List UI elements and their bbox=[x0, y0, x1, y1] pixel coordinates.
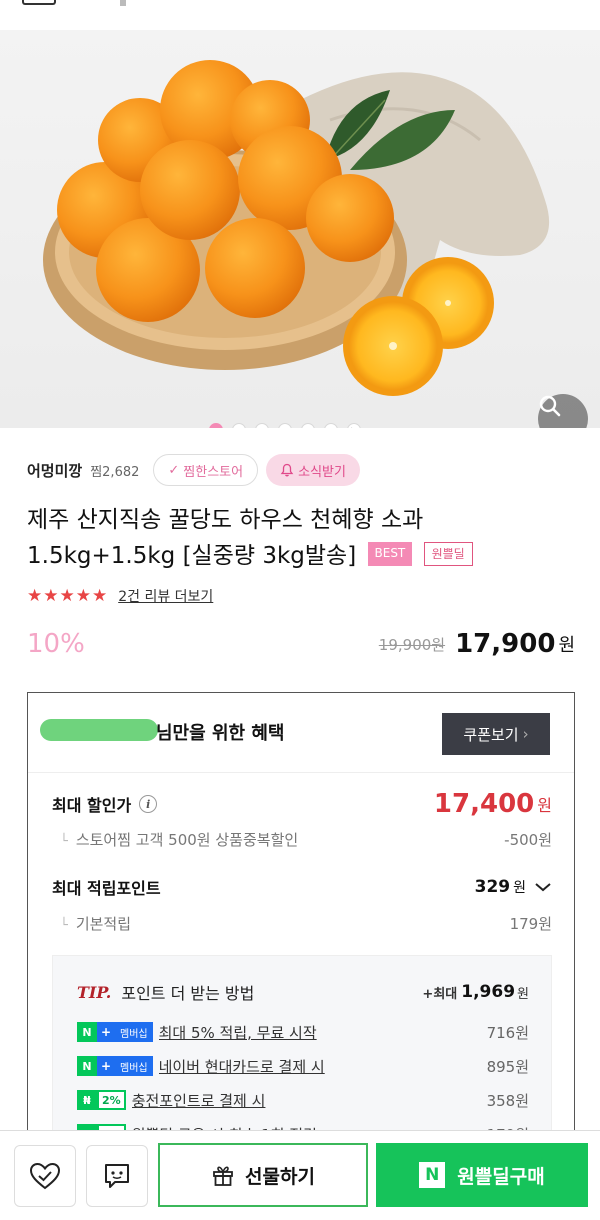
naver-n-icon: N bbox=[77, 1022, 97, 1042]
naver-logo-icon: N bbox=[419, 1162, 446, 1188]
gallery-dot[interactable] bbox=[255, 423, 269, 428]
gallery-dot[interactable] bbox=[301, 423, 315, 428]
tip-max-unit: 원 bbox=[517, 986, 529, 1002]
rating-row: ★★★★★ 2건 리뷰 더보기 bbox=[27, 586, 213, 606]
membership-tag: 멤버십 bbox=[115, 1056, 153, 1076]
gallery-dot[interactable] bbox=[278, 423, 292, 428]
max-discount-row: 최대 할인가 i 17,400 원 bbox=[52, 789, 552, 819]
one-plus-deal-buy-button[interactable]: N 원쁠딜구매 bbox=[376, 1143, 588, 1207]
store-jjim-discount-label: 스토어찜 고객 500원 상품중복할인 bbox=[52, 829, 504, 850]
one-plus-deal-badge: 원쁠딜 bbox=[423, 541, 473, 566]
tip-label: TIP. bbox=[77, 982, 112, 1002]
tip-item-text: 충전포인트로 결제 시 bbox=[131, 1091, 266, 1110]
point-tip-box: TIP. 포인트 더 받는 방법 +최대 1,969 원 N + 멤버십 최대 … bbox=[52, 955, 552, 1133]
chevron-down-icon bbox=[535, 883, 551, 892]
header-icon-fragment bbox=[120, 0, 126, 6]
max-discount-value: 17,400 bbox=[433, 789, 535, 819]
follow-store-button[interactable]: ✓ 찜한스토어 bbox=[153, 454, 259, 486]
info-icon[interactable]: i bbox=[139, 795, 158, 813]
benefit-title: 님만을 위한 혜택 bbox=[156, 723, 285, 744]
product-title: 제주 산지직송 꿀당도 하우스 천혜향 소과 1.5kg+1.5kg [실중량 … bbox=[27, 502, 577, 574]
coupon-view-label: 쿠폰보기 bbox=[463, 725, 519, 744]
gift-icon bbox=[213, 1166, 233, 1186]
percent-tag: 2% bbox=[97, 1090, 126, 1110]
tip-item-charge-point[interactable]: ₦ 2% 충전포인트로 결제 시 358원 bbox=[77, 1088, 529, 1112]
discount-rate: 10% bbox=[27, 629, 85, 659]
buy-button-label: 원쁠딜구매 bbox=[457, 1165, 545, 1188]
news-subscribe-label: 소식받기 bbox=[298, 464, 346, 480]
gift-button[interactable]: 선물하기 bbox=[158, 1143, 368, 1207]
gallery-pagination: ▶ bbox=[0, 420, 600, 428]
tip-header: TIP. 포인트 더 받는 방법 +최대 1,969 원 bbox=[77, 980, 529, 1004]
store-info-row: 어멍미깡 찜2,682 ✓ 찜한스토어 소식받기 bbox=[27, 452, 360, 488]
membership-tag: 멤버십 bbox=[115, 1022, 153, 1042]
top-header-fragment bbox=[0, 0, 600, 30]
coupon-view-button[interactable]: 쿠폰보기 › bbox=[442, 713, 550, 755]
tip-item-amount: 358원 bbox=[486, 1091, 529, 1110]
tip-item-hyundai-card[interactable]: N + 멤버십 네이버 현대카드로 결제 시 895원 bbox=[77, 1054, 529, 1078]
talktalk-button[interactable] bbox=[86, 1145, 148, 1207]
menu-icon-fragment bbox=[22, 0, 56, 5]
gallery-dot[interactable] bbox=[232, 423, 246, 428]
benefit-header: 님만을 위한 혜택 쿠폰보기 › bbox=[28, 693, 574, 773]
max-point-label: 최대 적립포인트 bbox=[52, 879, 161, 898]
heart-check-icon bbox=[29, 1162, 61, 1190]
tip-max-value: 1,969 bbox=[461, 982, 516, 1002]
naver-n-icon: N bbox=[77, 1056, 97, 1076]
chat-bubble-icon bbox=[105, 1164, 129, 1188]
max-point-unit: 원 bbox=[513, 880, 526, 896]
store-jjim-discount-value: -500원 bbox=[504, 831, 552, 849]
naver-plus-membership-badge: N + 멤버십 bbox=[77, 1056, 153, 1076]
orange-product-photo bbox=[43, 60, 550, 396]
tip-item-amount: 895원 bbox=[486, 1057, 529, 1076]
video-play-icon[interactable]: ▶ bbox=[347, 423, 361, 428]
store-name-link[interactable]: 어멍미깡 bbox=[27, 460, 82, 481]
tip-item-membership[interactable]: N + 멤버십 최대 5% 적립, 무료 시작 716원 bbox=[77, 1020, 529, 1044]
member-benefit-panel: 님만을 위한 혜택 쿠폰보기 › 최대 할인가 i 17,400 원 스토어찜 … bbox=[27, 692, 575, 1133]
gallery-dot[interactable] bbox=[209, 423, 223, 428]
tip-item-text: 최대 5% 적립, 무료 시작 bbox=[158, 1023, 317, 1042]
store-jjim-discount-row: 스토어찜 고객 500원 상품중복할인 -500원 bbox=[52, 829, 552, 850]
max-point-value: 329 bbox=[474, 877, 511, 897]
gallery-dot[interactable] bbox=[324, 423, 338, 428]
naver-plus-membership-badge: N + 멤버십 bbox=[77, 1022, 153, 1042]
basic-point-label: 기본적립 bbox=[52, 913, 510, 934]
gift-button-label: 선물하기 bbox=[245, 1165, 315, 1188]
tip-title: 포인트 더 받는 방법 bbox=[121, 984, 255, 1003]
tip-max-prefix: +최대 bbox=[422, 986, 458, 1002]
store-jjim-count: 찜2,682 bbox=[90, 464, 140, 480]
naver-pay-badge: ₦ 2% bbox=[77, 1090, 126, 1110]
max-discount-label-wrap: 최대 할인가 i bbox=[52, 792, 434, 816]
review-more-link[interactable]: 2건 리뷰 더보기 bbox=[118, 586, 213, 606]
price-row: 10% 19,900원 17,900 원 bbox=[27, 622, 575, 666]
original-price: 19,900원 bbox=[378, 635, 446, 654]
product-title-text: 제주 산지직송 꿀당도 하우스 천혜향 소과 1.5kg+1.5kg [실중량 … bbox=[27, 507, 424, 569]
max-discount-label: 최대 할인가 bbox=[52, 796, 132, 815]
check-icon: ✓ bbox=[168, 462, 180, 478]
plus-icon: + bbox=[97, 1022, 115, 1042]
search-icon bbox=[539, 395, 561, 417]
best-badge: BEST bbox=[367, 541, 413, 566]
sale-price-unit: 원 bbox=[558, 635, 575, 656]
wishlist-button[interactable] bbox=[14, 1145, 76, 1207]
tip-item-text: 네이버 현대카드로 결제 시 bbox=[158, 1057, 325, 1076]
plus-icon: + bbox=[97, 1056, 115, 1076]
bottom-action-bar: 선물하기 N 원쁠딜구매 bbox=[0, 1130, 600, 1220]
product-image-gallery[interactable]: ▶ bbox=[0, 30, 600, 428]
basic-point-row: 기본적립 179원 bbox=[52, 913, 552, 934]
max-point-row[interactable]: 최대 적립포인트 329 원 bbox=[52, 875, 552, 899]
tip-item-amount: 716원 bbox=[486, 1023, 529, 1042]
redacted-user-name bbox=[40, 719, 158, 741]
basic-point-value: 179원 bbox=[509, 915, 552, 933]
naver-pay-icon: ₦ bbox=[77, 1090, 97, 1110]
max-discount-unit: 원 bbox=[537, 796, 552, 815]
news-subscribe-button[interactable]: 소식받기 bbox=[266, 454, 360, 486]
sale-price: 17,900 bbox=[455, 629, 556, 659]
star-rating: ★★★★★ bbox=[27, 586, 109, 606]
chevron-right-icon: › bbox=[522, 725, 529, 743]
follow-store-label: 찜한스토어 bbox=[183, 464, 244, 480]
bell-plus-icon bbox=[280, 463, 294, 477]
